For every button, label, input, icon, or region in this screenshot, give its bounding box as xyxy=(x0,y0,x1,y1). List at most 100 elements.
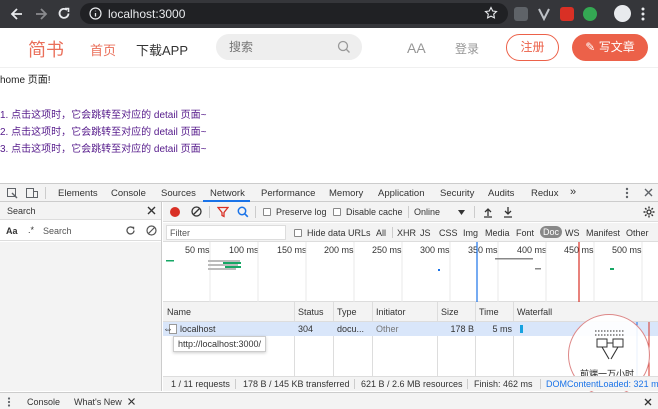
record-icon[interactable] xyxy=(170,207,180,217)
network-status-bar: 1 / 11 requests 178 B / 145 KB transferr… xyxy=(163,376,658,391)
clear-search-icon[interactable] xyxy=(146,225,157,236)
status-requests: 1 / 11 requests xyxy=(171,379,230,389)
divider xyxy=(474,206,475,218)
export-har-icon[interactable] xyxy=(503,206,513,218)
search-network-icon[interactable] xyxy=(237,206,249,218)
chevron-down-icon[interactable] xyxy=(458,210,465,215)
regex-toggle[interactable]: .* xyxy=(28,225,34,235)
filter-type-xhr[interactable]: XHR xyxy=(397,228,416,238)
list-item[interactable]: 2. 点击这项时，它会跳转至对应的 detail 页面~ xyxy=(0,123,206,138)
write-article-button[interactable]: ✎ 写文章 xyxy=(572,34,648,61)
font-size-toggle[interactable]: AA xyxy=(407,40,426,56)
address-bar[interactable]: localhost:3000 xyxy=(80,3,508,24)
divider xyxy=(255,206,256,218)
login-link[interactable]: 登录 xyxy=(455,40,479,57)
info-icon[interactable] xyxy=(89,7,102,20)
menu-dots-icon[interactable] xyxy=(640,6,646,22)
drawer-tab-console[interactable]: Console xyxy=(27,397,60,407)
search-input[interactable]: Search xyxy=(43,226,72,236)
tab-performance[interactable]: Performance xyxy=(261,188,315,199)
close-devtools-icon[interactable] xyxy=(644,188,653,197)
nav-home[interactable]: 首页 xyxy=(90,40,116,59)
url-text[interactable]: localhost:3000 xyxy=(108,7,185,21)
filter-type-css[interactable]: CSS xyxy=(439,228,458,238)
divider xyxy=(408,206,409,218)
close-drawer-tab-icon[interactable] xyxy=(128,398,135,405)
search-pane: Search Aa .* Search xyxy=(0,202,162,391)
filter-type-img[interactable]: Img xyxy=(463,228,478,238)
timeline-graph xyxy=(166,242,643,302)
device-toolbar-icon[interactable] xyxy=(26,187,38,199)
tab-sources[interactable]: Sources xyxy=(161,188,196,199)
refresh-search-icon[interactable] xyxy=(125,225,136,236)
network-toolbar: Preserve log Disable cache Online xyxy=(163,202,658,222)
filter-input[interactable]: Filter xyxy=(166,225,286,240)
site-search-input[interactable] xyxy=(229,40,329,54)
back-icon[interactable] xyxy=(8,5,26,23)
disable-cache-label: Disable cache xyxy=(346,207,403,217)
extension-red-icon[interactable] xyxy=(560,7,574,21)
bookmark-star-icon[interactable] xyxy=(484,6,498,20)
inspect-element-icon[interactable] xyxy=(7,188,18,199)
settings-gear-icon[interactable] xyxy=(643,206,655,218)
tab-network[interactable]: Network xyxy=(210,188,245,199)
extension-shield-icon[interactable] xyxy=(514,7,528,21)
search-input-row: Aa .* Search xyxy=(0,221,161,241)
extension-green-icon[interactable] xyxy=(583,7,597,21)
page-heading: home 页面! xyxy=(0,75,51,86)
filter-icon[interactable] xyxy=(217,206,229,218)
filter-type-all[interactable]: All xyxy=(376,228,386,238)
filter-type-font[interactable]: Font xyxy=(516,228,534,238)
register-button[interactable]: 注册 xyxy=(506,34,559,61)
divider xyxy=(540,379,541,389)
disable-cache-checkbox[interactable] xyxy=(333,208,341,216)
devtools-panel: Elements Console Sources Network Perform… xyxy=(0,183,658,409)
network-filter-bar: Filter Hide data URLs All XHR JS CSS Img… xyxy=(163,223,658,242)
tab-console[interactable]: Console xyxy=(111,188,146,199)
tab-application[interactable]: Application xyxy=(378,188,424,199)
site-logo[interactable]: 简书 xyxy=(28,36,64,62)
search-pane-header: Search xyxy=(0,202,161,220)
extension-v-icon[interactable] xyxy=(537,7,551,21)
throttling-select[interactable]: Online xyxy=(414,207,440,217)
devtools-menu-icon[interactable] xyxy=(625,187,629,199)
filter-type-ws[interactable]: WS xyxy=(565,228,580,238)
divider xyxy=(45,187,46,199)
tab-audits[interactable]: Audits xyxy=(488,188,514,199)
list-item[interactable]: 3. 点击这项时，它会跳转至对应的 detail 页面~ xyxy=(0,140,206,155)
tab-memory[interactable]: Memory xyxy=(329,188,363,199)
status-resources: 621 B / 2.6 MB resources xyxy=(361,379,463,389)
pencil-icon: ✎ xyxy=(585,40,596,54)
divider xyxy=(235,379,236,389)
drawer-menu-icon[interactable] xyxy=(7,397,11,407)
list-item[interactable]: 1. 点击这项时，它会跳转至对应的 detail 页面~ xyxy=(0,106,206,121)
avatar[interactable] xyxy=(614,5,631,22)
site-search xyxy=(216,34,362,60)
nav-download-app[interactable]: 下载APP xyxy=(136,40,188,59)
close-search-icon[interactable] xyxy=(147,206,156,215)
timeline-overview[interactable]: 50 ms 100 ms 150 ms 200 ms 250 ms 300 ms… xyxy=(163,242,658,302)
tab-redux[interactable]: Redux xyxy=(531,188,558,199)
browser-toolbar: localhost:3000 xyxy=(0,0,658,28)
filter-type-js[interactable]: JS xyxy=(420,228,431,238)
clear-log-icon[interactable] xyxy=(191,206,202,217)
site-header: 简书 首页 下载APP AA 登录 注册 ✎ 写文章 xyxy=(0,28,658,68)
search-icon[interactable] xyxy=(337,40,351,54)
divider xyxy=(392,227,393,238)
tab-security[interactable]: Security xyxy=(440,188,474,199)
drawer-tab-whats-new[interactable]: What's New xyxy=(74,397,122,407)
filter-type-doc[interactable]: Doc xyxy=(540,226,563,238)
close-drawer-icon[interactable] xyxy=(644,398,652,406)
preserve-log-checkbox[interactable] xyxy=(263,208,271,216)
forward-icon[interactable] xyxy=(32,5,50,23)
more-tabs-icon[interactable]: » xyxy=(570,186,576,198)
filter-type-other[interactable]: Other xyxy=(626,228,649,238)
match-case-toggle[interactable]: Aa xyxy=(6,226,18,236)
import-har-icon[interactable] xyxy=(483,206,493,218)
reload-icon[interactable] xyxy=(55,5,73,23)
filter-type-media[interactable]: Media xyxy=(485,228,510,238)
filter-type-manifest[interactable]: Manifest xyxy=(586,228,620,238)
hide-data-urls-checkbox[interactable] xyxy=(294,229,302,237)
watermark-logo-icon xyxy=(595,330,625,360)
tab-elements[interactable]: Elements xyxy=(58,188,98,199)
